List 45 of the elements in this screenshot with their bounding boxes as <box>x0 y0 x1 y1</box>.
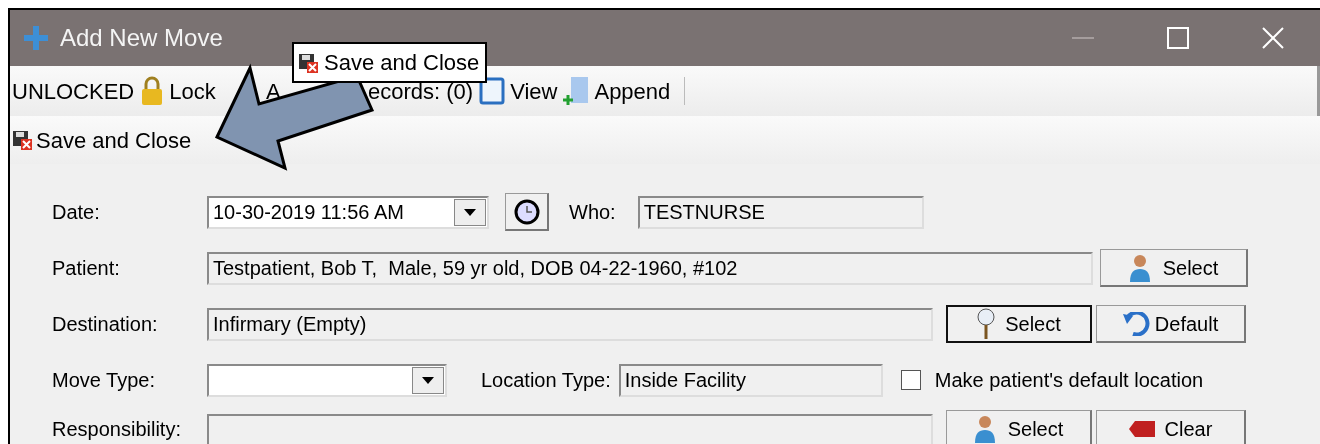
checkbox[interactable] <box>900 370 921 390</box>
lock-status-label: UNLOCKED <box>12 77 135 106</box>
tooltip-text: Save and Close <box>324 49 480 77</box>
lock-button[interactable]: Lock <box>140 74 216 108</box>
caret-icon <box>422 376 434 384</box>
save-and-close-button[interactable]: Save and Close <box>12 123 192 157</box>
lock-icon <box>140 76 165 106</box>
plus-icon <box>24 26 48 50</box>
clock-button[interactable] <box>505 193 549 231</box>
append-button[interactable]: Append <box>563 74 671 108</box>
text-field[interactable]: Testpatient, Bob T, Male, 59 yr old, DOB 04-22-1960, #102 <box>207 251 1093 285</box>
field-label: Who: <box>569 200 616 225</box>
undo-icon <box>1122 311 1151 336</box>
person-icon <box>973 414 998 443</box>
text-field[interactable]: Inside Facility <box>618 363 883 397</box>
text-field[interactable]: Infirmary (Empty) <box>207 307 933 341</box>
person-icon <box>1128 253 1153 282</box>
dropdown-button[interactable] <box>454 198 486 226</box>
select-button[interactable]: Default <box>1096 305 1246 343</box>
view-button[interactable]: View <box>479 74 558 108</box>
clock-icon <box>513 198 540 225</box>
select-button[interactable]: Select <box>1100 249 1248 287</box>
save-close-icon <box>298 52 318 73</box>
text-field[interactable] <box>207 414 933 444</box>
select-button[interactable]: Select <box>946 305 1092 343</box>
save-close-icon <box>12 130 32 150</box>
field-label: Destination: <box>52 312 159 337</box>
clear-button[interactable]: Clear <box>1096 410 1246 444</box>
dropdown-button[interactable] <box>412 366 444 394</box>
field-label: Move Type: <box>52 368 157 393</box>
field-label: Location Type: <box>481 368 611 393</box>
select-button[interactable]: Select <box>946 410 1092 444</box>
window-title: Add New Move <box>60 23 223 53</box>
window-icon <box>479 77 506 105</box>
checkbox-label: Make patient's default location <box>934 368 1204 393</box>
field-label: Date: <box>52 200 101 225</box>
date-picker[interactable]: 10-30-2019 11:56 AM <box>207 195 489 229</box>
field-label: Patient: <box>52 256 121 281</box>
eraser-icon <box>1128 418 1155 439</box>
text-field[interactable]: TESTNURSE <box>637 195 924 229</box>
toolbar-text: ecords: (0) <box>368 77 474 106</box>
magnifier-icon <box>977 308 996 340</box>
field-label: Responsibility: <box>52 417 182 442</box>
caret-icon <box>464 208 476 216</box>
document-plus-icon <box>563 76 590 106</box>
